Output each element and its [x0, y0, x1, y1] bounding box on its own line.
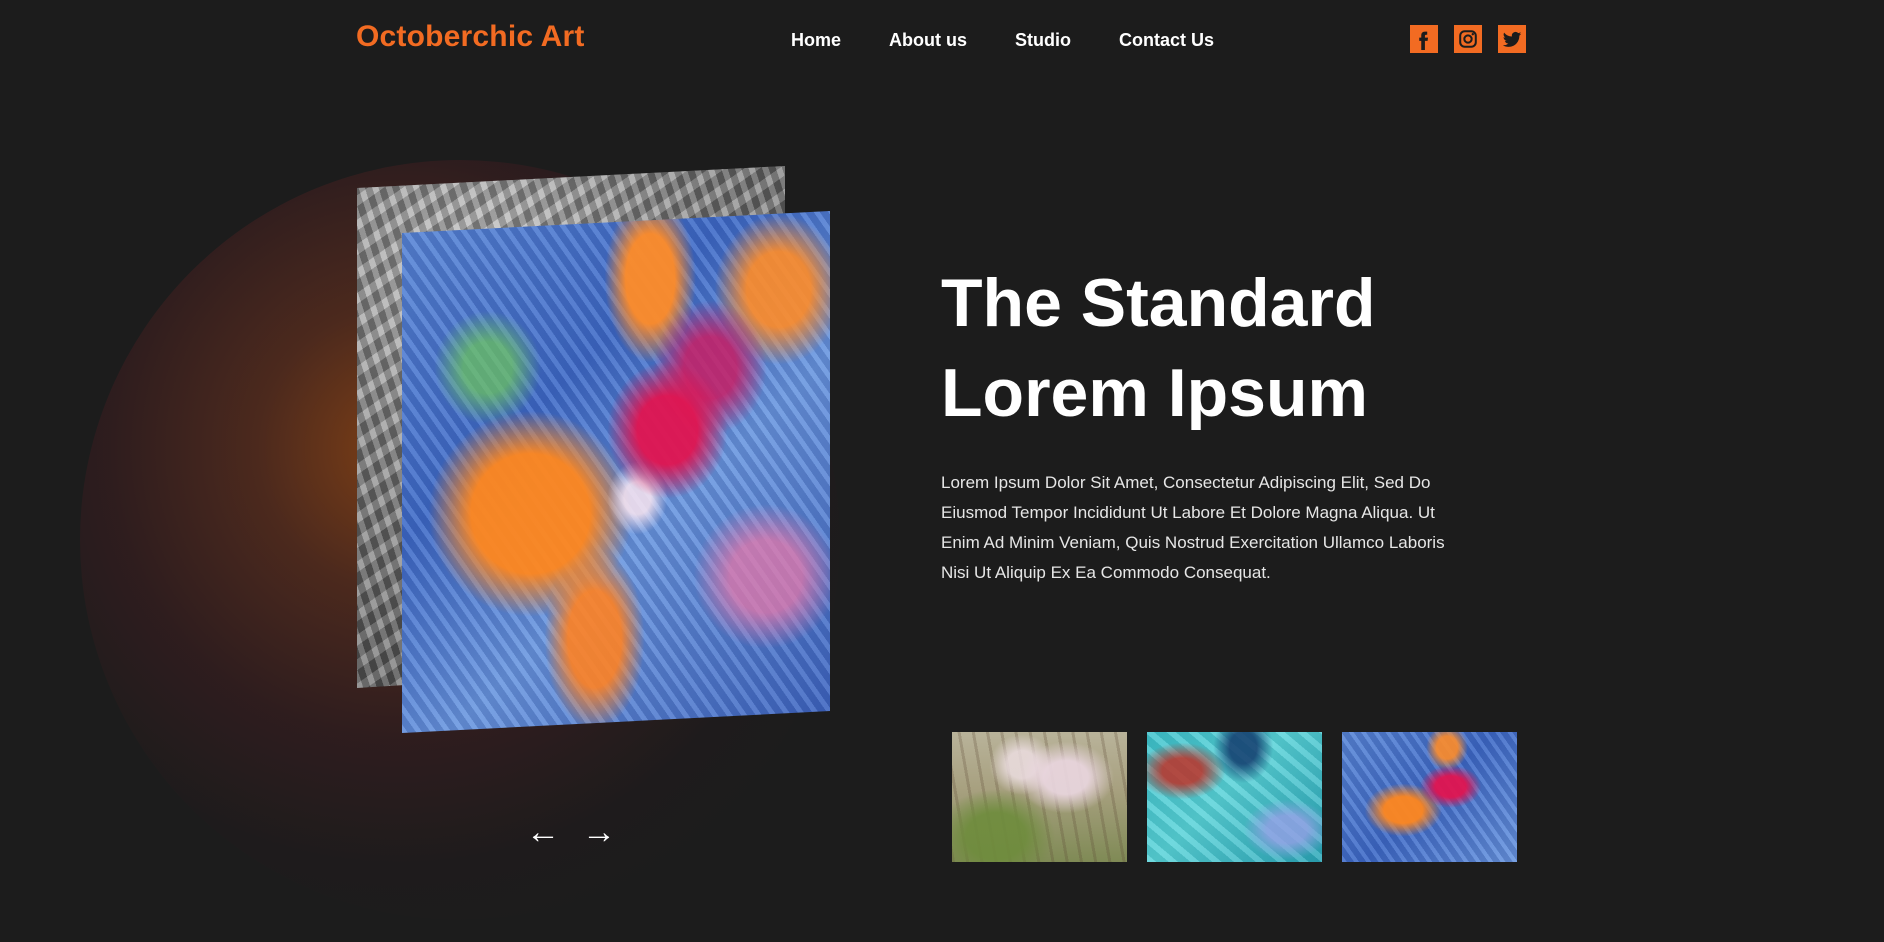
facebook-icon[interactable] — [1410, 25, 1438, 53]
thumbnail-gallery — [952, 732, 1517, 862]
instagram-icon[interactable] — [1454, 25, 1482, 53]
arrow-left-icon[interactable]: ← — [526, 808, 560, 856]
hero-title: The Standard Lorem Ipsum — [941, 258, 1541, 438]
thumbnail-turquoise-painting[interactable] — [1147, 732, 1322, 862]
nav-contact-us[interactable]: Contact Us — [1119, 30, 1214, 51]
main-nav: Home About us Studio Contact Us — [791, 30, 1214, 51]
slider-controls: ← → — [526, 808, 616, 856]
thumbnail-blossom-painting[interactable] — [952, 732, 1127, 862]
brand-logo[interactable]: Octoberchic Art — [356, 20, 585, 54]
nav-home[interactable]: Home — [791, 30, 841, 51]
hero-title-line-1: The Standard — [941, 265, 1376, 341]
arrow-right-icon[interactable]: → — [582, 808, 616, 856]
nav-about-us[interactable]: About us — [889, 30, 967, 51]
twitter-icon[interactable] — [1498, 25, 1526, 53]
hero-title-line-2: Lorem Ipsum — [941, 355, 1368, 431]
nav-studio[interactable]: Studio — [1015, 30, 1071, 51]
social-links — [1410, 25, 1526, 53]
thumbnail-floral-painting[interactable] — [1342, 732, 1517, 862]
artwork-featured-painting — [402, 211, 830, 733]
hero-description: Lorem Ipsum Dolor Sit Amet, Consectetur … — [941, 473, 1445, 582]
page: Octoberchic Art Home About us Studio Con… — [0, 0, 1884, 942]
